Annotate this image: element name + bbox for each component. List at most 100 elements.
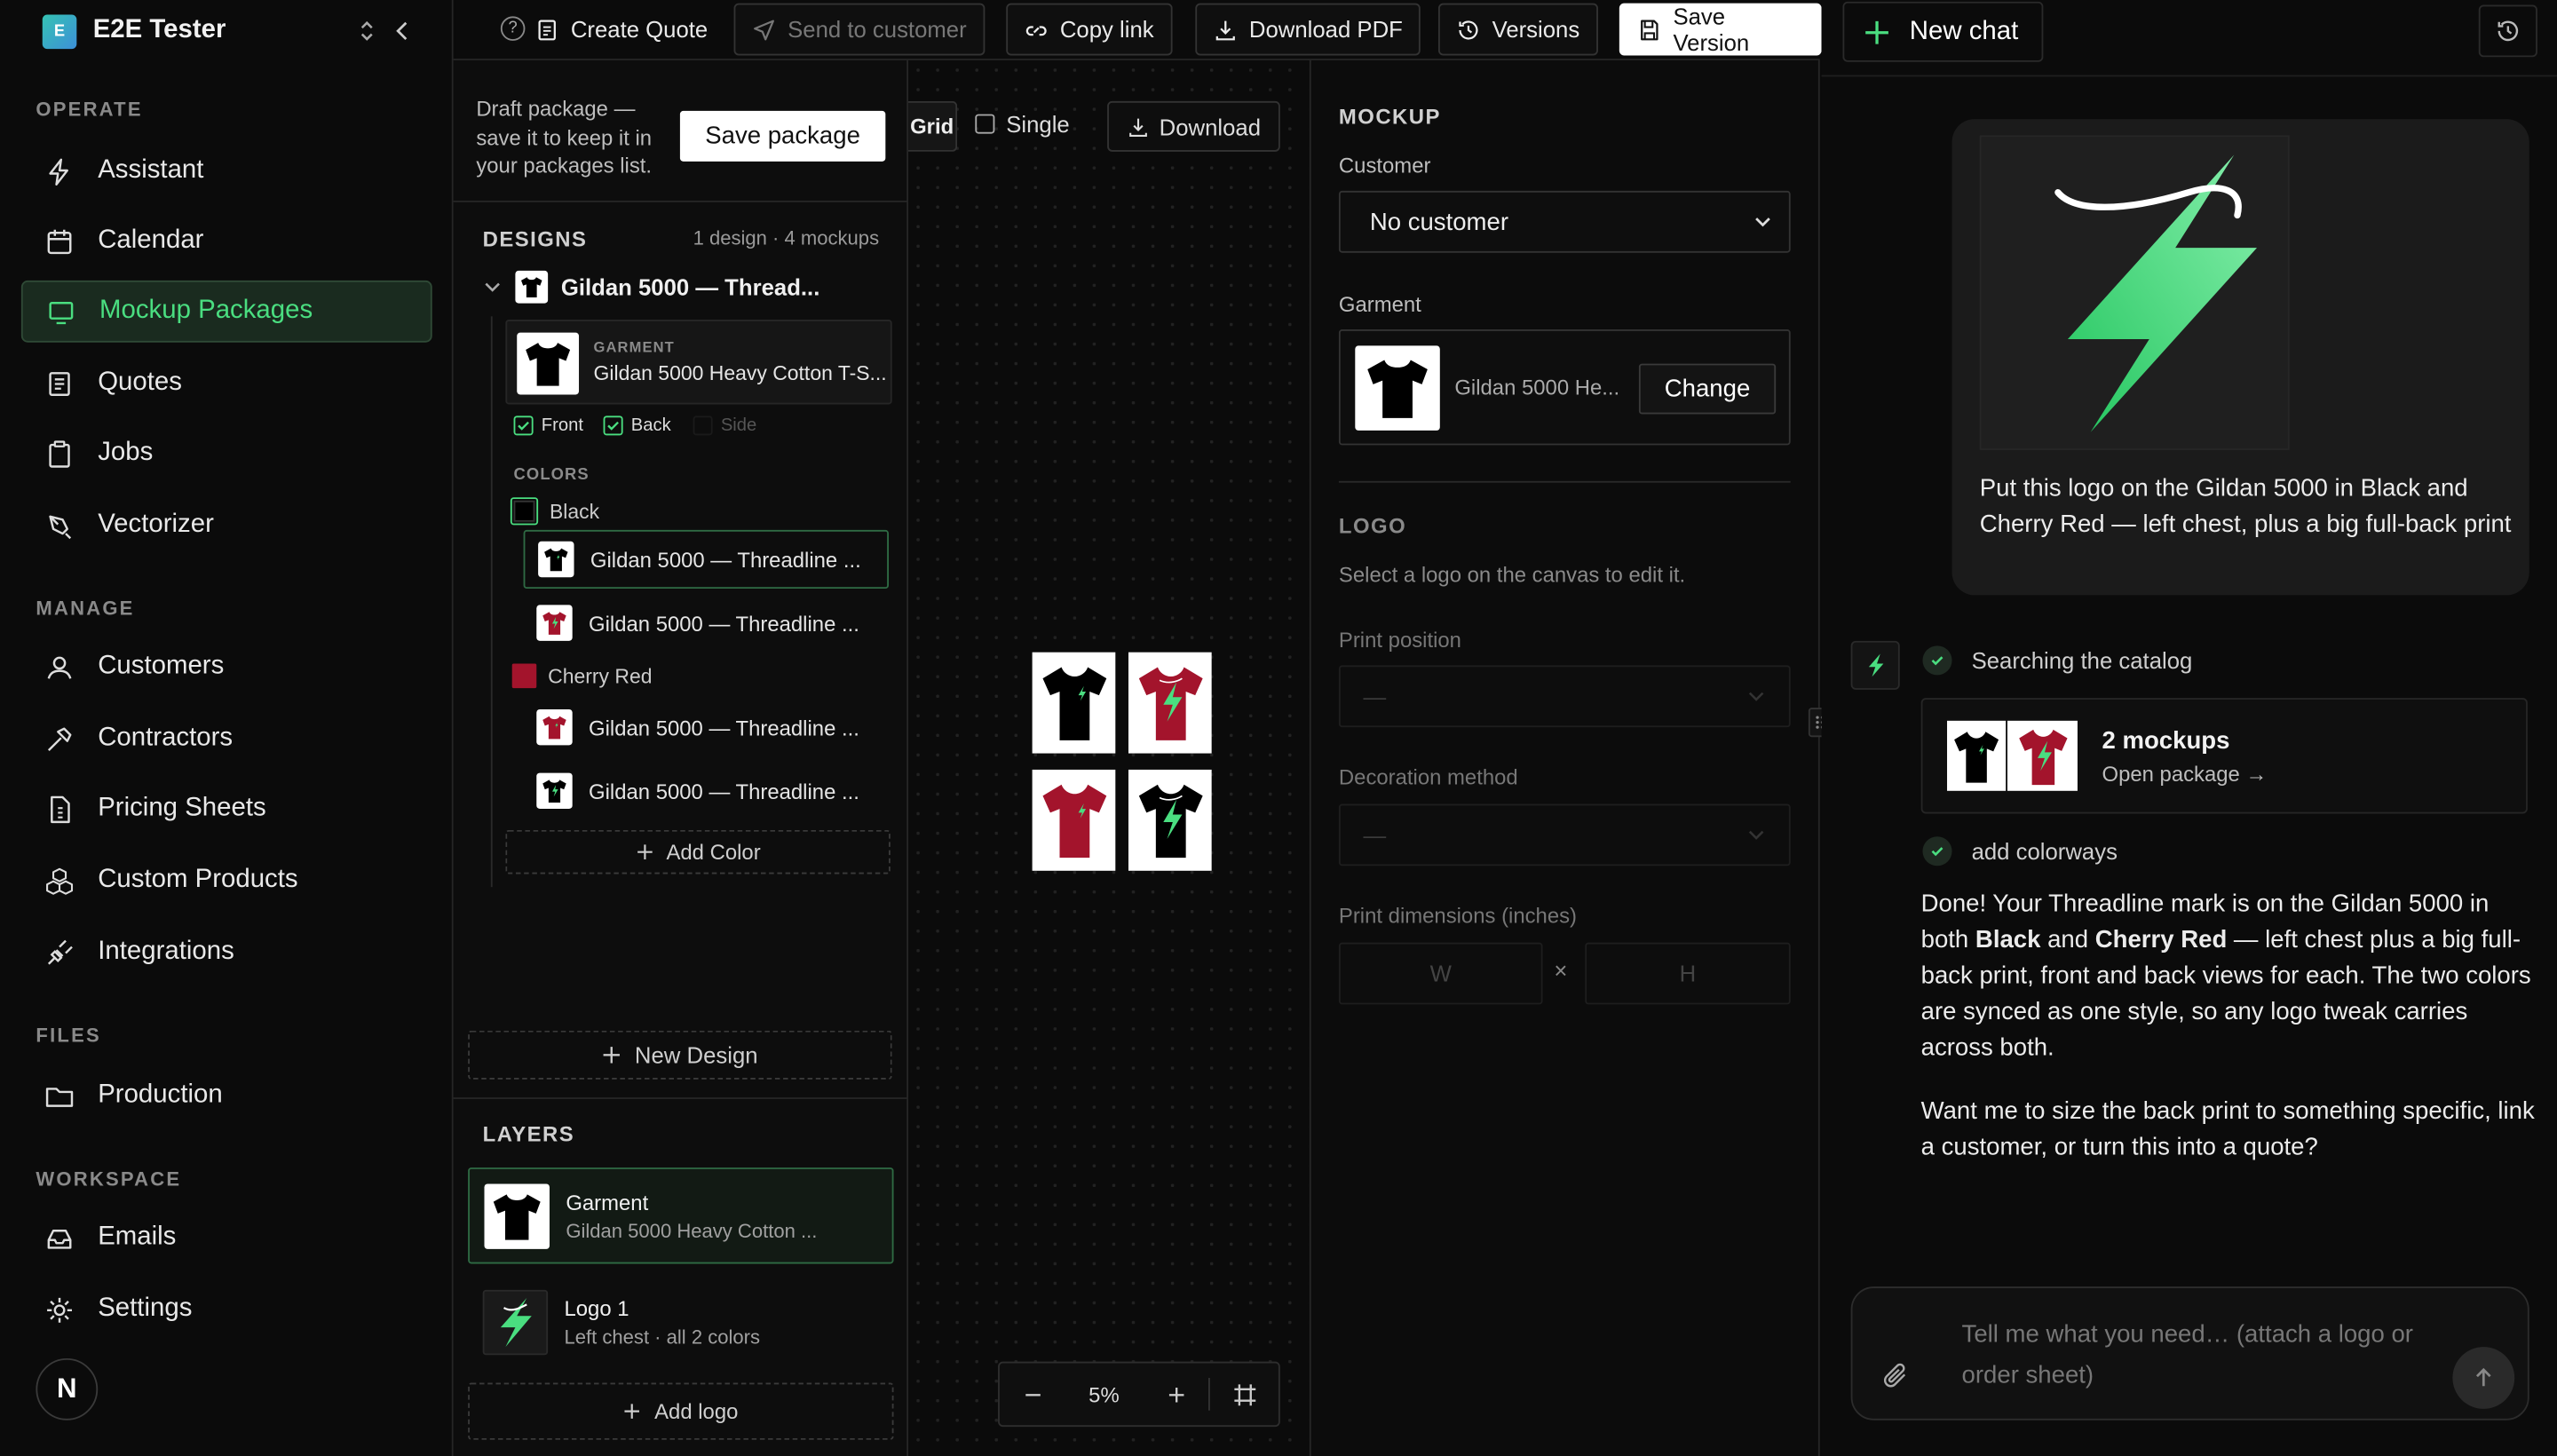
user-message: Put this logo on the Gildan 5000 in Blac… <box>1951 119 2529 596</box>
send-arrow-icon[interactable] <box>2452 1347 2515 1409</box>
fit-frame-icon[interactable] <box>1210 1382 1278 1407</box>
decoration-method-select[interactable]: — <box>1338 803 1791 866</box>
user-avatar[interactable]: N <box>36 1357 99 1420</box>
color-group-black[interactable]: Black <box>510 497 600 526</box>
chat-input[interactable]: Tell me what you need… (attach a logo or… <box>1850 1286 2529 1420</box>
layer-garment[interactable]: Garment Gildan 5000 Heavy Cotton ... <box>468 1167 894 1264</box>
canvas-download-button[interactable]: Download <box>1107 100 1280 152</box>
chevron-down-icon <box>1753 212 1772 232</box>
pen-tool-icon <box>44 510 75 541</box>
add-logo-button[interactable]: Add logo <box>468 1382 894 1440</box>
mockup-item[interactable]: Gildan 5000 — Threadline ... <box>523 529 890 590</box>
chevron-down-icon[interactable] <box>483 277 503 297</box>
design-name: Gildan 5000 — Thread... <box>560 273 820 300</box>
layer-logo[interactable]: Logo 1 Left chest · all 2 colors <box>468 1275 893 1371</box>
nav-label: Contractors <box>98 724 234 752</box>
tshirt-red-thumbnail <box>2007 720 2078 791</box>
toggle-label: Single <box>1006 110 1070 138</box>
chat-input-placeholder[interactable]: Tell me what you need… (attach a logo or… <box>1962 1314 2435 1396</box>
nav-custom-products[interactable]: Custom Products <box>21 850 432 912</box>
nav-assistant[interactable]: Assistant <box>21 140 432 202</box>
versions-button[interactable]: Versions <box>1437 3 1598 56</box>
lightning-logo-image <box>1979 135 2290 450</box>
nav-calendar[interactable]: Calendar <box>21 210 432 273</box>
nav-settings[interactable]: Settings <box>21 1278 432 1341</box>
nav-integrations[interactable]: Integrations <box>21 922 432 984</box>
zoom-in-icon[interactable] <box>1144 1383 1208 1405</box>
mockup-name: Gildan 5000 — Threadline ... <box>590 547 861 572</box>
download-pdf-button[interactable]: Download PDF <box>1195 3 1421 56</box>
plug-icon <box>44 937 75 968</box>
view-side-checkbox[interactable]: Side <box>693 415 757 436</box>
nav-mockup-packages[interactable]: Mockup Packages <box>20 280 432 343</box>
view-back-checkbox[interactable]: Back <box>603 415 671 436</box>
width-input[interactable]: W <box>1338 942 1543 1005</box>
send-to-customer-button[interactable]: Send to customer <box>733 3 985 56</box>
button-label: Save Version <box>1673 3 1750 56</box>
step-searching: Searching the catalog <box>1922 645 2192 676</box>
mockup-item[interactable]: Gildan 5000 — Threadline ... <box>524 698 889 756</box>
color-name: Black <box>549 499 600 523</box>
create-quote-button[interactable]: Create Quote <box>517 4 725 56</box>
nav-contractors[interactable]: Contractors <box>21 708 432 770</box>
mockup-red-front[interactable] <box>1032 769 1116 871</box>
new-chat-button[interactable]: New chat <box>1842 1 2044 62</box>
change-garment-button[interactable]: Change <box>1638 363 1777 415</box>
mockups-card[interactable]: 2 mockups Open package → <box>1920 698 2528 814</box>
mockup-name: Gildan 5000 — Threadline ... <box>589 610 859 636</box>
view-single-toggle[interactable]: Single <box>975 110 1070 138</box>
mockup-black-back[interactable] <box>1128 769 1212 871</box>
tshirt-red-thumbnail <box>536 605 573 641</box>
chevron-down-icon <box>1746 686 1766 706</box>
mockup-canvas[interactable] <box>908 59 1309 1456</box>
divider <box>453 1097 909 1099</box>
tree-line <box>490 316 493 888</box>
file-dollar-icon <box>44 794 75 825</box>
add-color-button[interactable]: Add Color <box>505 829 891 874</box>
open-package-link[interactable]: Open package → <box>2102 762 2268 787</box>
copy-link-button[interactable]: Copy link <box>1006 3 1172 56</box>
print-position-select[interactable]: — <box>1338 665 1791 728</box>
plus-icon <box>623 1403 641 1420</box>
zoom-out-icon[interactable] <box>1000 1383 1065 1405</box>
color-group-cherry-red[interactable]: Cherry Red <box>511 663 653 689</box>
nav-pricing-sheets[interactable]: Pricing Sheets <box>21 778 432 840</box>
nav-production[interactable]: Production <box>21 1064 432 1127</box>
button-label: Download PDF <box>1248 16 1403 43</box>
workspace-switcher[interactable]: E E2E Tester <box>42 13 434 49</box>
nav-label: Mockup Packages <box>99 297 313 325</box>
boxes-icon <box>44 865 75 896</box>
monitor-icon <box>45 296 76 327</box>
height-input[interactable]: H <box>1585 942 1791 1005</box>
workspace-name: E2E Tester <box>92 16 226 44</box>
chevron-up-down-icon[interactable] <box>355 18 378 44</box>
new-design-button[interactable]: New Design <box>468 1030 892 1080</box>
history-icon <box>1456 17 1481 42</box>
view-label: Side <box>720 415 757 436</box>
collapse-sidebar-icon[interactable] <box>392 18 415 44</box>
nav-quotes[interactable]: Quotes <box>21 352 432 415</box>
mockup-red-back[interactable] <box>1128 652 1212 754</box>
paperclip-icon[interactable] <box>1882 1362 1912 1391</box>
chat-history-icon[interactable] <box>2478 4 2537 58</box>
tshirt-red-thumbnail <box>536 708 573 746</box>
divider <box>1338 480 1791 483</box>
garment-card[interactable]: GARMENT Gildan 5000 Heavy Cotton T-S... <box>505 319 892 405</box>
mockup-item[interactable]: Gildan 5000 — Threadline ... <box>524 762 889 820</box>
customer-select[interactable]: No customer <box>1338 190 1791 253</box>
nav-emails[interactable]: Emails <box>21 1207 432 1269</box>
mockup-name: Gildan 5000 — Threadline ... <box>589 779 859 803</box>
user-message-text: Put this logo on the Gildan 5000 in Blac… <box>1979 474 2512 539</box>
chat-panel: New chat Put this logo on the Gildan 500… <box>1821 0 2557 1456</box>
view-grid-toggle[interactable]: Grid <box>908 100 958 152</box>
save-version-button[interactable]: Save Version <box>1619 3 1822 56</box>
mockup-item[interactable]: Gildan 5000 — Threadline ... <box>524 594 889 653</box>
nav-jobs[interactable]: Jobs <box>21 423 432 485</box>
design-row[interactable]: Gildan 5000 — Thread... <box>483 267 891 306</box>
mockup-black-front[interactable] <box>1032 652 1116 754</box>
view-front-checkbox[interactable]: Front <box>513 415 583 436</box>
nav-vectorizer[interactable]: Vectorizer <box>21 495 432 557</box>
nav-customers[interactable]: Customers <box>21 636 432 698</box>
colors-label: COLORS <box>513 466 590 485</box>
save-package-button[interactable]: Save package <box>679 110 886 162</box>
